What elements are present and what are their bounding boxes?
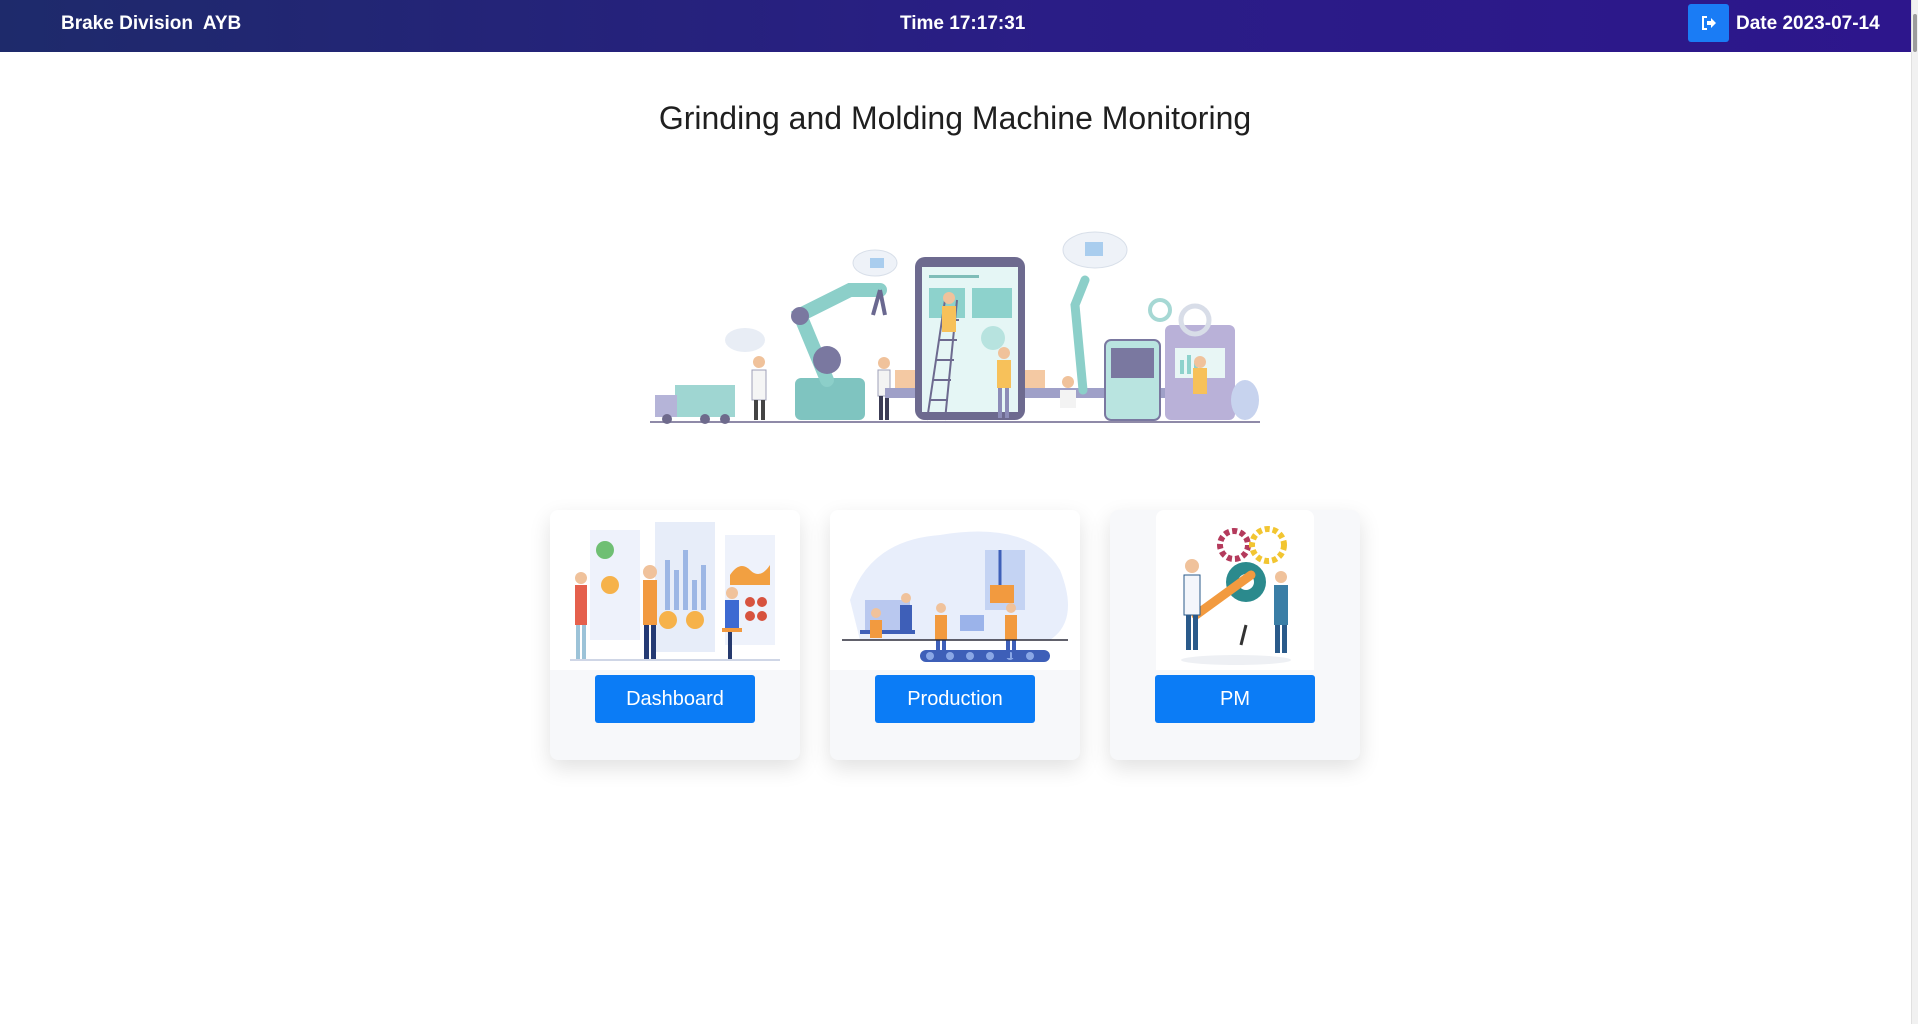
sign-out-icon: [1701, 16, 1716, 30]
smart-factory-illustration: [650, 231, 1260, 424]
time-display: Time 17:17:31: [900, 13, 1025, 35]
time-value: 17:17:31: [949, 13, 1026, 34]
page-title: Grinding and Molding Machine Monitoring: [658, 100, 1252, 136]
dashboard-card: Dashboard: [550, 510, 800, 760]
logout-button[interactable]: [1688, 4, 1729, 42]
production-line-illustration: [830, 510, 1080, 670]
production-card: Production: [830, 510, 1080, 760]
top-bar: Brake Division AYB Time 17:17:31 Date 20…: [0, 0, 1918, 52]
dashboard-button[interactable]: Dashboard: [595, 675, 755, 723]
page-scrollbar[interactable]: [1911, 0, 1918, 1024]
pm-button[interactable]: PM: [1155, 675, 1315, 723]
date-display: Date 2023-07-14: [1736, 13, 1880, 35]
date-value: 2023-07-14: [1782, 13, 1880, 34]
production-button[interactable]: Production: [875, 675, 1035, 723]
brand-label: Brake Division AYB: [61, 13, 242, 34]
time-label: Time: [900, 13, 945, 34]
maintenance-gears-illustration: [1156, 510, 1314, 670]
scrollbar-thumb[interactable]: [1913, 14, 1917, 52]
dashboard-analytics-illustration: [550, 510, 800, 670]
pm-card: PM: [1110, 510, 1360, 760]
date-label: Date: [1736, 13, 1778, 34]
